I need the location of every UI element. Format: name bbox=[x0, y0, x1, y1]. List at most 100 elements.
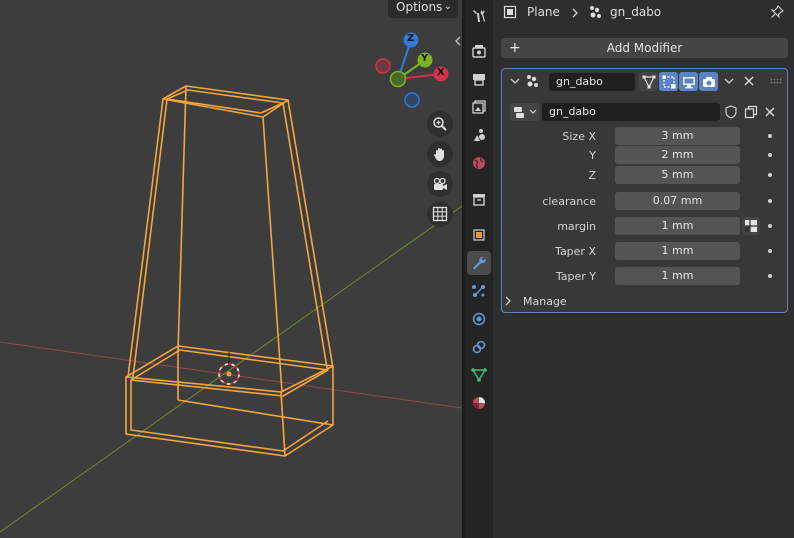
tool-icon bbox=[473, 10, 485, 22]
scene-icon bbox=[474, 129, 485, 141]
clearance-label: clearance bbox=[542, 195, 596, 208]
attribute-table-icon bbox=[745, 220, 757, 232]
chevron-down-icon bbox=[529, 109, 537, 114]
world-icon bbox=[473, 157, 485, 169]
taper-x-field[interactable]: 1 mm bbox=[615, 242, 740, 260]
tab-object[interactable] bbox=[467, 223, 491, 247]
size-y-label: Y bbox=[589, 149, 596, 162]
grid-icon bbox=[432, 206, 448, 222]
collection-icon bbox=[473, 194, 485, 206]
margin-field[interactable]: 1 mm bbox=[615, 217, 740, 235]
tab-collection[interactable] bbox=[467, 187, 491, 211]
geometry-nodes-icon bbox=[590, 6, 601, 18]
sidebar-toggle-icon[interactable] bbox=[453, 34, 462, 48]
margin-label: margin bbox=[557, 220, 596, 233]
keyframe-dot[interactable] bbox=[768, 249, 772, 253]
edit-mode-toggle[interactable] bbox=[659, 72, 678, 91]
hand-pan-icon bbox=[434, 148, 444, 161]
keyframe-dot[interactable] bbox=[768, 173, 772, 177]
attribute-toggle-button[interactable] bbox=[742, 217, 760, 235]
zoom-button[interactable] bbox=[427, 111, 453, 137]
render-toggle[interactable] bbox=[699, 72, 718, 91]
output-icon bbox=[473, 74, 485, 86]
node-group-browse-button[interactable] bbox=[510, 103, 540, 121]
tab-world[interactable] bbox=[467, 151, 491, 175]
tab-render[interactable] bbox=[467, 39, 491, 63]
tab-output[interactable] bbox=[467, 67, 491, 91]
breadcrumb-modifier[interactable]: gn_dabo bbox=[610, 5, 661, 19]
tab-modifiers[interactable] bbox=[467, 251, 491, 275]
options-dropdown[interactable]: Options ⌄ bbox=[388, 0, 458, 18]
tab-material[interactable] bbox=[467, 391, 491, 415]
fake-user-shield-icon[interactable] bbox=[724, 105, 738, 119]
gizmo-z-label[interactable]: Z bbox=[407, 33, 414, 44]
collapse-chevron-icon[interactable] bbox=[510, 77, 520, 85]
data-icon bbox=[471, 368, 487, 382]
chevron-down-icon[interactable] bbox=[724, 77, 734, 85]
material-icon bbox=[473, 397, 485, 409]
clearance-field[interactable]: 0.07 mm bbox=[615, 192, 740, 210]
node-tree-icon bbox=[514, 107, 524, 118]
geometry-nodes-icon bbox=[527, 75, 538, 87]
duplicate-icon[interactable] bbox=[744, 105, 758, 119]
gizmo-x-label[interactable]: X bbox=[437, 67, 445, 78]
taper-x-label: Taper X bbox=[555, 245, 596, 258]
unlink-close-icon[interactable] bbox=[765, 107, 775, 117]
pan-button[interactable] bbox=[427, 141, 453, 167]
chevron-right-icon bbox=[505, 296, 511, 306]
viewport-display-toggle[interactable] bbox=[679, 72, 698, 91]
selected-object-wireframe bbox=[125, 85, 334, 457]
camera-icon bbox=[702, 76, 715, 87]
physics-icon bbox=[472, 312, 486, 326]
camera-view-button[interactable] bbox=[427, 171, 453, 197]
taper-y-field[interactable]: 1 mm bbox=[615, 267, 740, 285]
zoom-icon bbox=[433, 117, 447, 131]
ortho-toggle-button[interactable] bbox=[427, 201, 453, 227]
3d-viewport[interactable]: Z Y X Options ⌄ bbox=[0, 0, 462, 538]
tab-scene[interactable] bbox=[467, 123, 491, 147]
properties-editor: Plane gn_dabo + Add Modifier gn_dabo gn_… bbox=[493, 0, 794, 538]
tab-data[interactable] bbox=[467, 363, 491, 387]
y-axis-line bbox=[0, 205, 462, 533]
add-modifier-label: Add Modifier bbox=[606, 41, 683, 55]
tab-tool[interactable] bbox=[467, 4, 491, 28]
render-icon bbox=[472, 45, 486, 58]
size-y-field[interactable]: 2 mm bbox=[615, 146, 740, 164]
size-z-field[interactable]: 5 mm bbox=[615, 166, 740, 184]
modifier-name-field[interactable]: gn_dabo bbox=[549, 73, 635, 91]
keyframe-dot[interactable] bbox=[768, 153, 772, 157]
edit-mode-cage-toggle[interactable] bbox=[639, 72, 658, 91]
properties-header: Plane gn_dabo bbox=[493, 0, 794, 26]
taper-y-label: Taper Y bbox=[555, 270, 596, 283]
particles-icon bbox=[472, 285, 485, 297]
tab-view-layer[interactable] bbox=[467, 95, 491, 119]
keyframe-dot[interactable] bbox=[768, 134, 772, 138]
tab-physics[interactable] bbox=[467, 307, 491, 331]
view-layer-icon bbox=[472, 100, 486, 114]
chevron-right-icon bbox=[572, 8, 578, 18]
size-z-label: Z bbox=[588, 169, 596, 182]
object-icon bbox=[473, 229, 485, 241]
modifier-icon bbox=[473, 256, 486, 270]
properties-tab-bar bbox=[465, 0, 493, 538]
close-icon[interactable] bbox=[744, 76, 754, 86]
add-modifier-button[interactable]: + Add Modifier bbox=[501, 38, 788, 58]
size-x-label: Size X bbox=[562, 130, 596, 143]
options-label: Options bbox=[396, 0, 443, 14]
keyframe-dot[interactable] bbox=[768, 199, 772, 203]
drag-handle-icon[interactable] bbox=[770, 78, 782, 84]
vertex-triangle-icon bbox=[642, 75, 655, 88]
plus-icon: + bbox=[509, 40, 521, 56]
breadcrumb-object[interactable]: Plane bbox=[527, 5, 560, 19]
object-icon bbox=[503, 5, 517, 19]
pin-icon[interactable] bbox=[770, 5, 784, 19]
keyframe-dot[interactable] bbox=[768, 274, 772, 278]
size-x-field[interactable]: 3 mm bbox=[615, 127, 740, 145]
manage-subpanel-header[interactable]: Manage bbox=[502, 291, 787, 311]
manage-label: Manage bbox=[523, 295, 567, 308]
tab-particles[interactable] bbox=[467, 279, 491, 303]
tab-constraints[interactable] bbox=[467, 335, 491, 359]
keyframe-dot[interactable] bbox=[768, 224, 772, 228]
gizmo-y-label[interactable]: Y bbox=[421, 53, 428, 64]
node-group-name-field[interactable]: gn_dabo bbox=[542, 103, 720, 121]
